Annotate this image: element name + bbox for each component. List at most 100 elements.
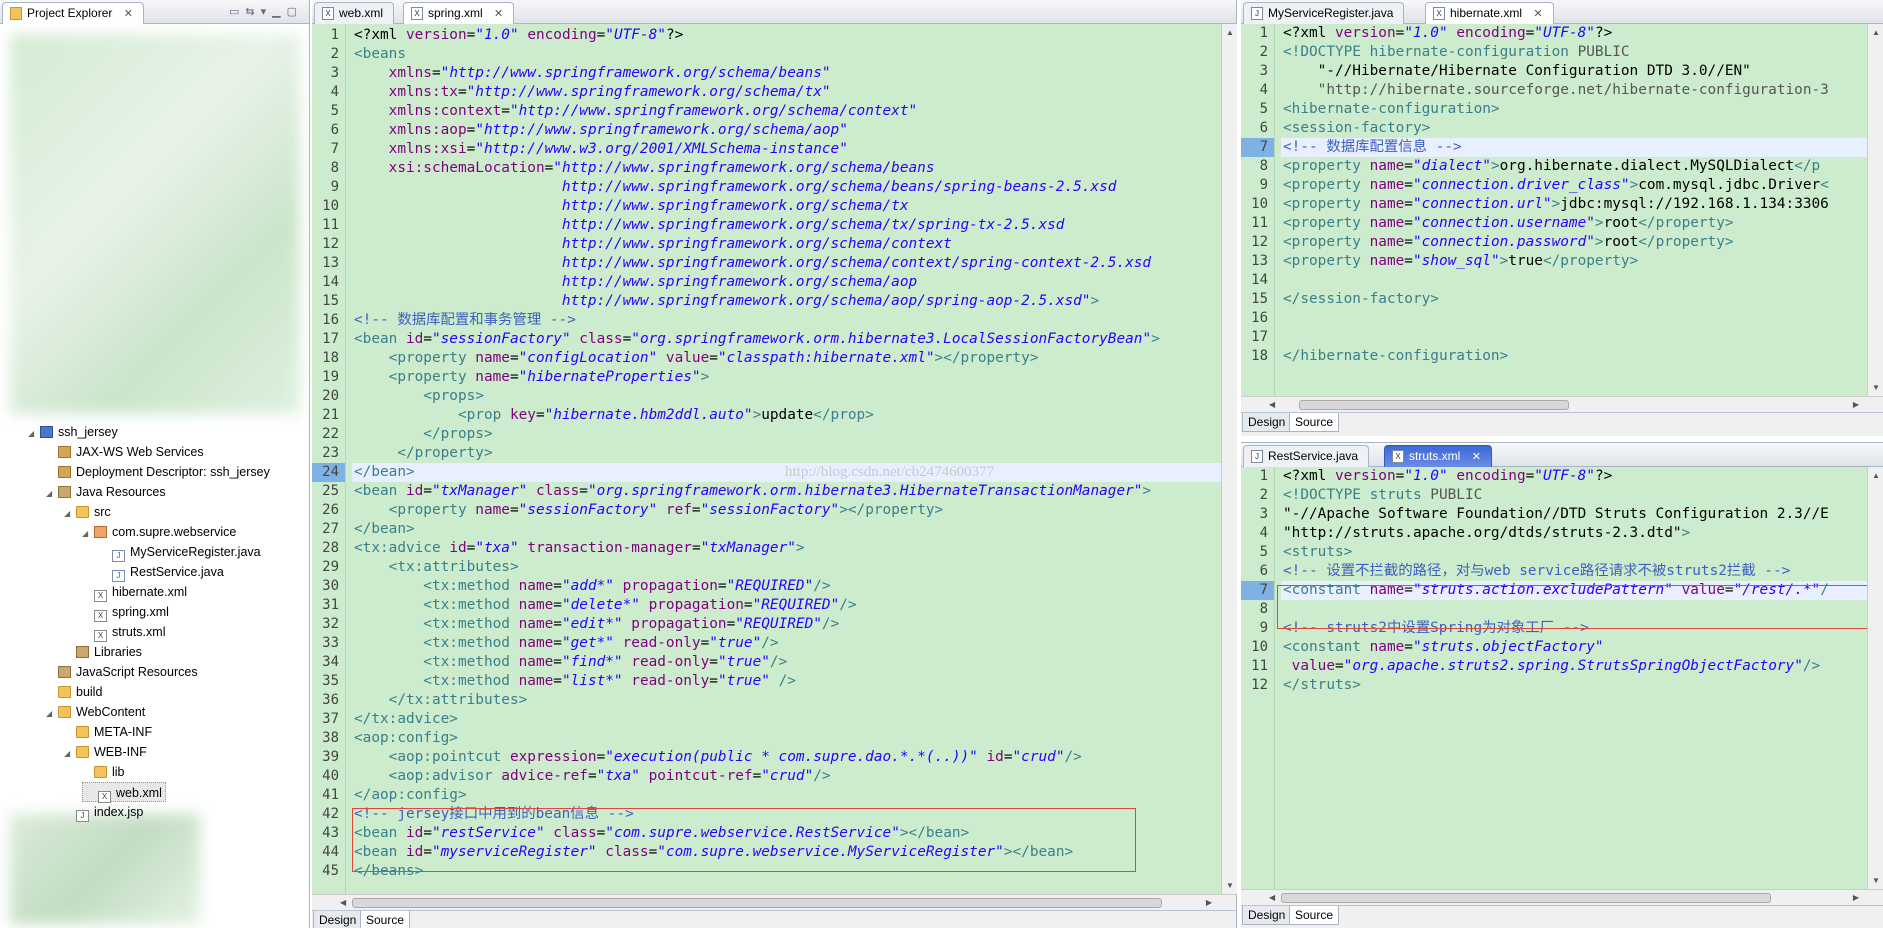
code-line[interactable]: xsi:schemaLocation="http://www.springfra… — [354, 159, 935, 178]
tab-hibernate-xml[interactable]: X hibernate.xml ✕ — [1425, 2, 1554, 25]
code-line[interactable]: <!DOCTYPE hibernate-configuration PUBLIC — [1283, 43, 1630, 62]
code-area[interactable]: <?xml version="1.0" encoding="UTF-8"?> <b… — [352, 24, 1221, 894]
code-line[interactable]: <tx:method name="list*" read-only="true"… — [354, 672, 796, 691]
code-line[interactable]: <!DOCTYPE struts PUBLIC — [1283, 486, 1482, 505]
tab-spring-xml[interactable]: X spring.xml ✕ — [403, 2, 515, 25]
scroll-down-arrow[interactable]: ▼ — [1872, 383, 1880, 392]
collapse-all-icon[interactable]: ▭ — [229, 6, 245, 18]
vertical-scrollbar[interactable]: ▲ ▼ — [1867, 467, 1883, 889]
code-line[interactable]: <property name="connection.password">roo… — [1283, 233, 1734, 252]
vertical-scrollbar[interactable]: ▲ ▼ — [1867, 24, 1883, 396]
horizontal-scrollbar[interactable]: ◀ ▶ — [1241, 396, 1883, 412]
tree-item[interactable]: ◢ com.supre.webservice — [82, 522, 236, 542]
code-line[interactable]: </session-factory> — [1283, 290, 1439, 309]
code-line[interactable]: <property name="sessionFactory" ref="ses… — [354, 501, 944, 520]
code-line[interactable]: http://www.springframework.org/schema/co… — [354, 235, 952, 254]
code-line[interactable]: http://www.springframework.org/schema/co… — [354, 254, 1151, 273]
tree-item[interactable]: JAX-WS Web Services — [46, 442, 204, 462]
design-tab[interactable]: Design — [1242, 906, 1292, 925]
horizontal-scrollbar[interactable]: ◀ ▶ — [312, 894, 1236, 910]
tree-item[interactable]: Jindex.jsp — [64, 802, 143, 822]
code-line[interactable]: xmlns:aop="http://www.springframework.or… — [354, 121, 848, 140]
collapse-arrow-icon[interactable]: ◢ — [46, 484, 55, 504]
code-area[interactable]: <?xml version="1.0" encoding="UTF-8"?> <!… — [1281, 24, 1867, 396]
collapse-arrow-icon[interactable]: ◢ — [64, 744, 73, 764]
horizontal-scrollbar[interactable]: ◀ ▶ — [1241, 889, 1883, 905]
spring-code-editor[interactable]: 1 2 3 4 5 6 7 8 9 10 11 12 13 14 15 16 17 18 19 20 21 22 23 24 2… — [312, 24, 1237, 894]
code-line[interactable]: "http://struts.apache.org/dtds/struts-2.… — [1283, 524, 1690, 543]
code-line[interactable]: <?xml version="1.0" encoding="UTF-8"?> — [1283, 24, 1612, 43]
source-tab[interactable]: Source — [1289, 906, 1340, 925]
code-line[interactable]: <property name="configLocation" value="c… — [354, 349, 1039, 368]
code-line[interactable]: <beans — [354, 45, 406, 64]
code-line[interactable]: <props> — [354, 387, 484, 406]
scroll-left-arrow[interactable]: ◀ — [1269, 893, 1275, 902]
code-area[interactable]: <?xml version="1.0" encoding="UTF-8"?> <!… — [1281, 467, 1867, 889]
source-tab[interactable]: Source — [360, 911, 411, 928]
code-line[interactable]: <tx:method name="get*" read-only="true"/… — [354, 634, 778, 653]
code-line[interactable]: <tx:method name="find*" read-only="true"… — [354, 653, 787, 672]
code-line[interactable]: <property name="connection.username">roo… — [1283, 214, 1734, 233]
close-icon[interactable]: ✕ — [1533, 8, 1542, 20]
hibernate-code-editor[interactable]: 1 2 3 4 5 6 7 8 9 10 11 12 13 14 15 16 17 18 <?xml versio… — [1241, 24, 1883, 396]
code-line[interactable]: </bean> — [354, 520, 415, 539]
code-line[interactable]: <!-- 数据库配置信息 --> — [1281, 138, 1867, 157]
code-line[interactable]: <aop:config> — [354, 729, 458, 748]
code-line[interactable]: <tx:method name="add*" propagation="REQU… — [354, 577, 830, 596]
code-line[interactable]: </tx:attributes> — [354, 691, 528, 710]
code-line[interactable]: <bean id="sessionFactory" class="org.spr… — [354, 330, 1160, 349]
code-line[interactable]: "-//Apache Software Foundation//DTD Stru… — [1283, 505, 1829, 524]
code-line[interactable]: <tx:method name="delete*" propagation="R… — [354, 596, 856, 615]
tree-item[interactable]: lib — [82, 762, 125, 782]
code-line[interactable]: xmlns:tx="http://www.springframework.org… — [354, 83, 831, 102]
code-line[interactable]: <constant name="struts.objectFactory" — [1283, 638, 1604, 657]
code-line[interactable]: <aop:advisor advice-ref="txa" pointcut-r… — [354, 767, 831, 786]
scroll-up-arrow[interactable]: ▲ — [1872, 471, 1880, 480]
project-explorer-tab[interactable]: Project Explorer ✕ — [2, 2, 144, 25]
close-icon[interactable]: ✕ — [124, 8, 133, 20]
tree-item[interactable]: ◢ WebContent — [46, 702, 145, 722]
code-line[interactable]: <?xml version="1.0" encoding="UTF-8"?> — [1283, 467, 1612, 486]
struts-code-editor[interactable]: 1 2 3 4 5 6 7 8 9 10 11 12 <?xml version="1.0" enco… — [1241, 467, 1883, 889]
tree-item[interactable]: ◢ src — [64, 502, 111, 522]
tree-item[interactable]: J MyServiceRegister.java — [100, 542, 261, 562]
tree-item[interactable]: Xweb.xml — [82, 782, 166, 803]
tree-item[interactable]: Xspring.xml — [82, 602, 169, 622]
code-line[interactable]: <?xml version="1.0" encoding="UTF-8"?> — [354, 26, 683, 45]
code-line[interactable]: </aop:config> — [354, 786, 467, 805]
code-line[interactable]: <hibernate-configuration> — [1283, 100, 1500, 119]
tree-item[interactable]: Xhibernate.xml — [82, 582, 187, 602]
code-line[interactable]: <tx:advice id="txa" transaction-manager=… — [354, 539, 805, 558]
collapse-arrow-icon[interactable]: ◢ — [28, 424, 37, 444]
code-line[interactable]: <tx:attributes> — [354, 558, 519, 577]
code-line[interactable]: http://www.springframework.org/schema/be… — [354, 178, 1117, 197]
code-line[interactable]: <property name="hibernateProperties"> — [354, 368, 710, 387]
tree-item[interactable]: Xstruts.xml — [82, 622, 165, 642]
scroll-right-arrow[interactable]: ▶ — [1853, 400, 1859, 409]
code-line[interactable]: <bean id="txManager" class="org.springfr… — [354, 482, 1151, 501]
code-line[interactable]: </property> — [354, 444, 492, 463]
code-line[interactable]: <property name="dialect">org.hibernate.d… — [1283, 157, 1820, 176]
scroll-left-arrow[interactable]: ◀ — [340, 898, 346, 907]
code-line[interactable]: http://www.springframework.org/schema/ao… — [354, 292, 1099, 311]
vertical-scrollbar[interactable]: ▲ ▼ — [1221, 24, 1237, 894]
scroll-thumb[interactable] — [1281, 893, 1771, 903]
tree-item[interactable]: Deployment Descriptor: ssh_jersey — [46, 462, 270, 482]
source-tab[interactable]: Source — [1289, 413, 1340, 432]
tree-item[interactable]: META-INF — [64, 722, 152, 742]
code-line[interactable]: </tx:advice> — [354, 710, 458, 729]
close-icon[interactable]: ✕ — [494, 8, 503, 20]
code-line[interactable]: <session-factory> — [1283, 119, 1430, 138]
tab-restservice-java[interactable]: J RestService.java — [1243, 445, 1370, 467]
code-line[interactable]: "-//Hibernate/Hibernate Configuration DT… — [1283, 62, 1751, 81]
tab-myserviceregister-java[interactable]: J MyServiceRegister.java — [1243, 2, 1405, 24]
tree-item[interactable]: ◢ WEB-INF — [64, 742, 147, 762]
code-line[interactable]: <property name="connection.url">jdbc:mys… — [1283, 195, 1829, 214]
scroll-up-arrow[interactable]: ▲ — [1226, 28, 1234, 37]
code-line[interactable]: <!-- 设置不拦截的路径，对与web service路径请求不被struts2… — [1283, 562, 1790, 581]
scroll-thumb[interactable] — [352, 898, 1162, 908]
minimize-icon[interactable]: ▁ — [272, 6, 286, 18]
collapse-arrow-icon[interactable]: ◢ — [64, 504, 73, 524]
scroll-up-arrow[interactable]: ▲ — [1872, 28, 1880, 37]
code-line[interactable]: <prop key="hibernate.hbm2ddl.auto">updat… — [354, 406, 874, 425]
